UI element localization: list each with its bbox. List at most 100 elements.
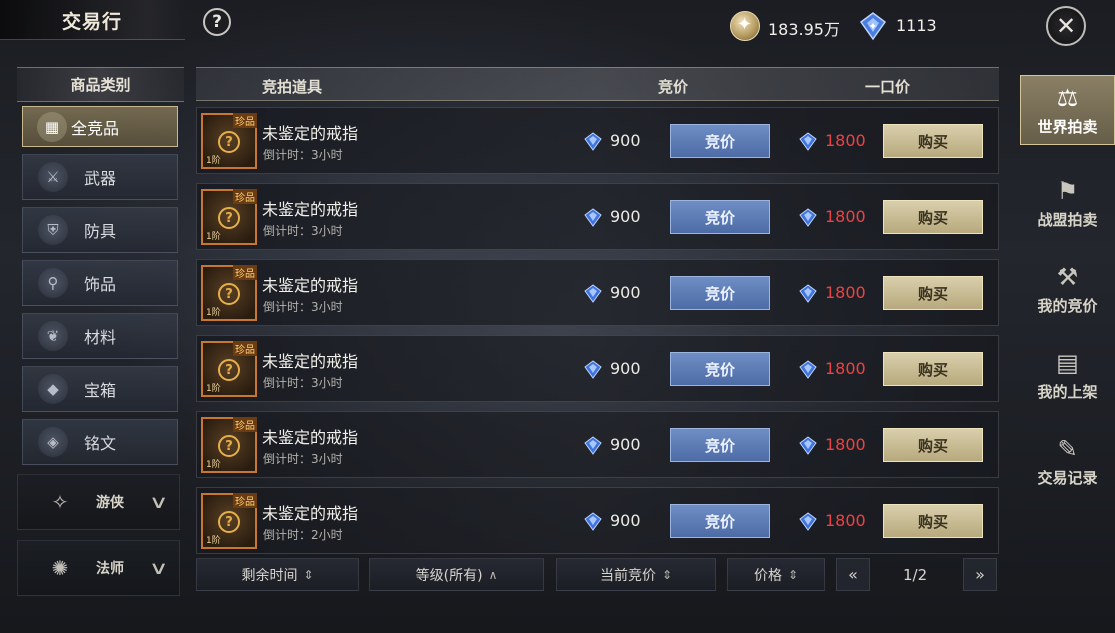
class-filter-ranger[interactable]: ✧ 游侠 ∨ [17, 474, 180, 530]
item-countdown: 倒计时：3小时 [263, 300, 343, 314]
diamond-icon [584, 132, 602, 151]
table-row[interactable]: 珍品? 1阶 未鉴定的戒指倒计时：3小时 900 竞价 1800 购买 [196, 411, 999, 478]
table-row[interactable]: 珍品? 1阶 未鉴定的戒指 倒计时：3小时 900 竞价 1800 购买 [196, 107, 999, 174]
unidentified-icon: ? [218, 359, 240, 381]
category-label: 武器 [84, 169, 117, 188]
chest-icon: ◆ [38, 374, 68, 404]
buy-button[interactable]: 购买 [883, 352, 983, 386]
chevron-down-icon: ∨ [148, 557, 169, 579]
category-armor[interactable]: ⛨ 防具 [22, 207, 178, 253]
item-name: 未鉴定的戒指 [262, 124, 359, 143]
unidentified-icon: ? [218, 283, 240, 305]
category-chest[interactable]: ◆ 宝箱 [22, 366, 178, 412]
diamond-icon [799, 436, 817, 455]
next-page-button[interactable]: » [963, 558, 997, 591]
table-row[interactable]: 珍品? 1阶 未鉴定的戒指 倒计时：3小时 900 竞价 1800 购买 [196, 335, 999, 402]
sword-icon: ⚔ [38, 162, 68, 192]
bid-button[interactable]: 竞价 [670, 428, 770, 462]
item-thumbnail[interactable]: 珍品? 1阶 [201, 341, 257, 397]
buyout-price: 1800 [825, 207, 866, 226]
leaf-icon: ❦ [38, 321, 68, 351]
diamond-icon [799, 360, 817, 379]
shelf-icon: ▤ [1056, 348, 1079, 377]
item-thumbnail[interactable]: 珍品? 1阶 [201, 493, 257, 549]
buyout-price: 1800 [825, 283, 866, 302]
item-thumbnail[interactable]: 珍品? 1阶 [201, 113, 257, 169]
nav-label: 我的竞价 [1037, 296, 1098, 315]
unidentified-icon: ? [218, 207, 240, 229]
buyout-price: 1800 [825, 131, 866, 150]
bid-price: 900 [610, 435, 641, 454]
gold-coin-icon [730, 11, 760, 41]
category-inscription[interactable]: ◈ 铭文 [22, 419, 178, 465]
buy-button[interactable]: 购买 [883, 200, 983, 234]
table-row[interactable]: 珍品? 1阶 未鉴定的戒指 倒计时：3小时 900 竞价 1800 购买 [196, 183, 999, 250]
bid-button[interactable]: 竞价 [670, 352, 770, 386]
buy-button[interactable]: 购买 [883, 276, 983, 310]
item-thumbnail[interactable]: 珍品? 1阶 [201, 189, 257, 245]
header-item: 竞拍道具 [262, 78, 323, 96]
item-thumbnail[interactable]: 珍品? 1阶 [201, 265, 257, 321]
nav-label: 世界拍卖 [1037, 117, 1098, 136]
banner-icon: ⚑ [1056, 176, 1079, 205]
category-material[interactable]: ❦ 材料 [22, 313, 178, 359]
nav-world-auction[interactable]: ⚖ 世界拍卖 [1020, 75, 1115, 145]
rarity-badge: 珍品 [233, 417, 257, 432]
nav-my-listings[interactable]: ▤ 我的上架 [1020, 340, 1115, 410]
sort-price-button[interactable]: 价格 ⇕ [727, 558, 825, 591]
item-countdown: 倒计时：2小时 [263, 528, 343, 542]
buy-button[interactable]: 购买 [883, 428, 983, 462]
sort-level-label: 等级(所有) [415, 567, 483, 584]
mage-emblem-icon: ✺ [51, 556, 69, 580]
buy-button[interactable]: 购买 [883, 124, 983, 158]
close-button[interactable]: ✕ [1046, 6, 1086, 46]
scales-icon: ⚖ [1056, 83, 1079, 112]
buyout-price: 1800 [825, 359, 866, 378]
item-name: 未鉴定的戒指 [262, 352, 359, 371]
category-all[interactable]: ▦ 全竞品 [22, 106, 178, 147]
category-label: 宝箱 [84, 381, 117, 400]
sort-level-button[interactable]: 等级(所有) ∧ [369, 558, 544, 591]
bid-button[interactable]: 竞价 [670, 276, 770, 310]
record-icon: ✎ [1057, 434, 1078, 463]
sort-time-button[interactable]: 剩余时间 ⇕ [196, 558, 359, 591]
sort-price-label: 价格 [753, 567, 782, 584]
bid-button[interactable]: 竞价 [670, 124, 770, 158]
item-thumbnail[interactable]: 珍品? 1阶 [201, 417, 257, 473]
diamond-icon: ✦ [859, 12, 887, 41]
page-title: 交易行 [62, 11, 123, 33]
armor-icon: ⛨ [38, 215, 68, 245]
bid-button[interactable]: 竞价 [670, 504, 770, 538]
category-label: 材料 [84, 328, 117, 347]
help-button[interactable]: ? [203, 8, 231, 36]
diamond-amount: 1113 [896, 16, 937, 35]
bid-button[interactable]: 竞价 [670, 200, 770, 234]
category-label: 铭文 [84, 434, 117, 453]
sort-current-bid-button[interactable]: 当前竞价 ⇕ [556, 558, 716, 591]
table-row[interactable]: 珍品? 1阶 未鉴定的戒指 倒计时：2小时 900 竞价 1800 购买 [196, 487, 999, 554]
table-row[interactable]: 珍品? 1阶 未鉴定的戒指 倒计时：3小时 900 竞价 1800 购买 [196, 259, 999, 326]
item-name: 未鉴定的戒指 [262, 428, 359, 447]
header-buyout: 一口价 [865, 78, 911, 96]
prev-page-button[interactable]: « [836, 558, 870, 591]
svg-text:✦: ✦ [868, 20, 877, 33]
category-accessory[interactable]: ⚲ 饰品 [22, 260, 178, 306]
nav-my-bids[interactable]: ⚒ 我的竞价 [1020, 254, 1115, 324]
nav-trade-records[interactable]: ✎ 交易记录 [1020, 426, 1115, 496]
nav-guild-auction[interactable]: ⚑ 战盟拍卖 [1020, 168, 1115, 238]
buy-button[interactable]: 购买 [883, 504, 983, 538]
buyout-price: 1800 [825, 435, 866, 454]
diamond-icon [799, 284, 817, 303]
page-indicator: 1/2 [903, 566, 928, 584]
ranger-emblem-icon: ✧ [51, 490, 69, 514]
diamond-icon [584, 360, 602, 379]
bid-price: 900 [610, 131, 641, 150]
tier-label: 1阶 [206, 156, 221, 166]
class-label: 法师 [96, 561, 124, 577]
category-weapon[interactable]: ⚔ 武器 [22, 154, 178, 200]
bid-price: 900 [610, 283, 641, 302]
diamond-icon [584, 208, 602, 227]
item-countdown: 倒计时：3小时 [263, 376, 343, 390]
item-countdown: 倒计时：3小时 [263, 452, 343, 466]
class-filter-mage[interactable]: ✺ 法师 ∨ [17, 540, 180, 596]
